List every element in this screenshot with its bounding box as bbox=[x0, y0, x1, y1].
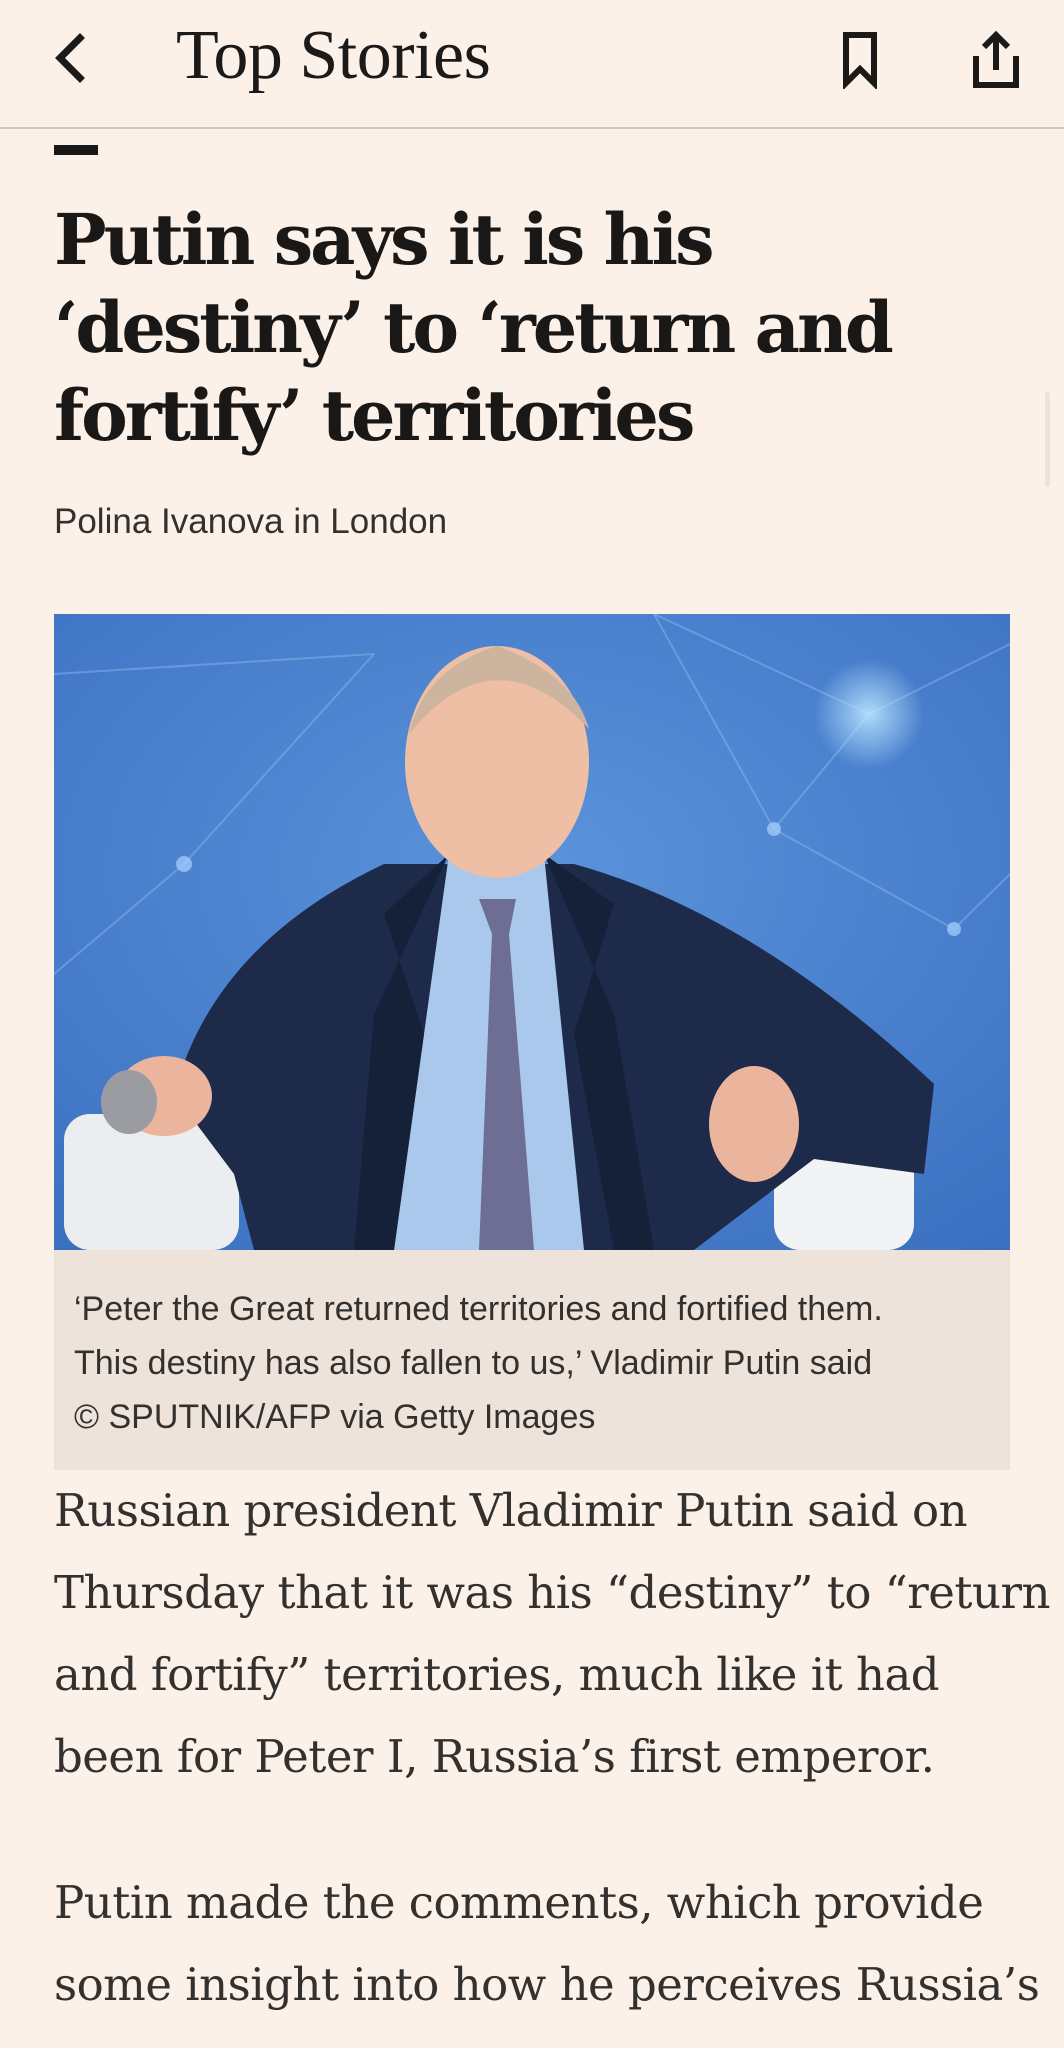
paragraph-line: and fortify” territories, much like it h… bbox=[54, 1648, 940, 1701]
caption-line: This destiny has also fallen to us,’ Vla… bbox=[74, 1344, 873, 1382]
paragraph-line: Russian president Vladimir Putin said on bbox=[54, 1484, 968, 1537]
article-photo[interactable] bbox=[54, 614, 1010, 1250]
article-byline: Polina Ivanova in London bbox=[54, 502, 448, 541]
chevron-left-icon bbox=[55, 33, 85, 83]
bookmark-button[interactable] bbox=[830, 24, 890, 96]
page-title: Top Stories bbox=[176, 17, 491, 94]
article-paragraph: Putin made the comments, which provide s… bbox=[54, 1862, 1040, 2026]
article-paragraph: Russian president Vladimir Putin said on… bbox=[54, 1470, 1050, 1798]
paragraph-line: some insight into how he perceives Russi… bbox=[54, 1958, 1040, 2011]
paragraph-line: been for Peter I, Russia’s first emperor… bbox=[54, 1730, 935, 1783]
article-headline: Putin says it is his ‘destiny’ to ‘retur… bbox=[54, 198, 894, 457]
share-button[interactable] bbox=[966, 24, 1026, 96]
image-caption: ‘Peter the Great returned territories an… bbox=[54, 1250, 1010, 1470]
paragraph-line: Putin made the comments, which provide bbox=[54, 1876, 984, 1929]
caption-credit: © SPUTNIK/AFP via Getty Images bbox=[74, 1398, 596, 1436]
top-bar: Top Stories bbox=[0, 0, 1064, 129]
paragraph-line: Thursday that it was his “destiny” to “r… bbox=[54, 1566, 1050, 1619]
bookmark-icon bbox=[843, 32, 877, 89]
back-button[interactable] bbox=[40, 22, 100, 94]
caption-line: ‘Peter the Great returned territories an… bbox=[74, 1290, 883, 1328]
scrollbar[interactable] bbox=[1045, 392, 1050, 487]
share-icon bbox=[973, 30, 1019, 88]
section-rule bbox=[54, 145, 98, 155]
